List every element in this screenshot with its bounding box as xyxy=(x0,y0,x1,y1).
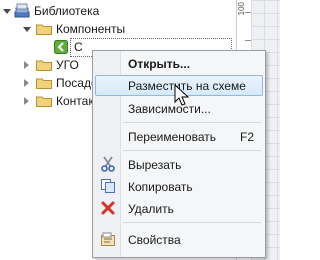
menu-separator xyxy=(123,222,261,223)
component-icon xyxy=(54,40,68,54)
menu-item-cut[interactable]: Вырезать xyxy=(95,154,263,175)
menu-item-shortcut: F2 xyxy=(240,130,255,144)
menu-item-label: Вырезать xyxy=(128,158,182,172)
properties-icon xyxy=(101,232,115,246)
menu-separator xyxy=(123,122,261,123)
folder-icon xyxy=(36,96,52,107)
mouse-pointer-icon xyxy=(174,84,190,106)
expand-arrow-icon[interactable] xyxy=(2,2,12,20)
tree-item-label: С xyxy=(74,40,83,54)
menu-item-copy[interactable]: Копировать xyxy=(95,176,263,197)
menu-item-label: Открыть... xyxy=(128,57,191,71)
collapse-arrow-icon[interactable] xyxy=(22,74,32,92)
library-icon xyxy=(14,3,30,18)
context-menu: Открыть... Разместить на схеме Зависимос… xyxy=(92,50,266,258)
menu-item-properties[interactable]: Свойства xyxy=(95,229,263,250)
menu-separator xyxy=(123,150,261,151)
collapse-arrow-icon[interactable] xyxy=(22,56,32,74)
expand-arrow-icon[interactable] xyxy=(22,20,32,38)
menu-item-label: Переименовать xyxy=(128,130,216,144)
tree-root-label: Библиотека xyxy=(34,4,100,18)
tree-root[interactable]: Библиотека xyxy=(2,2,202,20)
copy-icon xyxy=(101,179,115,193)
tree-item-label: Компоненты xyxy=(56,22,126,36)
folder-icon xyxy=(36,78,52,89)
tree-item-label: Контак xyxy=(56,94,94,108)
menu-item-label: Свойства xyxy=(128,233,181,247)
collapse-arrow-icon[interactable] xyxy=(22,92,32,110)
ruler-label: 100 xyxy=(237,2,246,16)
delete-icon xyxy=(101,201,115,215)
tree-item-label: УГО xyxy=(56,58,79,72)
folder-icon xyxy=(36,24,52,35)
tree-item-components[interactable]: Компоненты xyxy=(22,20,222,38)
menu-item-delete[interactable]: Удалить xyxy=(95,198,263,219)
scissors-icon xyxy=(101,156,115,172)
menu-item-label: Удалить xyxy=(128,202,174,216)
menu-item-label: Зависимости... xyxy=(128,102,211,116)
folder-icon xyxy=(36,60,52,71)
menu-item-open[interactable]: Открыть... xyxy=(95,53,263,74)
menu-item-rename[interactable]: Переименовать F2 xyxy=(95,126,263,147)
menu-item-label: Копировать xyxy=(128,180,193,194)
